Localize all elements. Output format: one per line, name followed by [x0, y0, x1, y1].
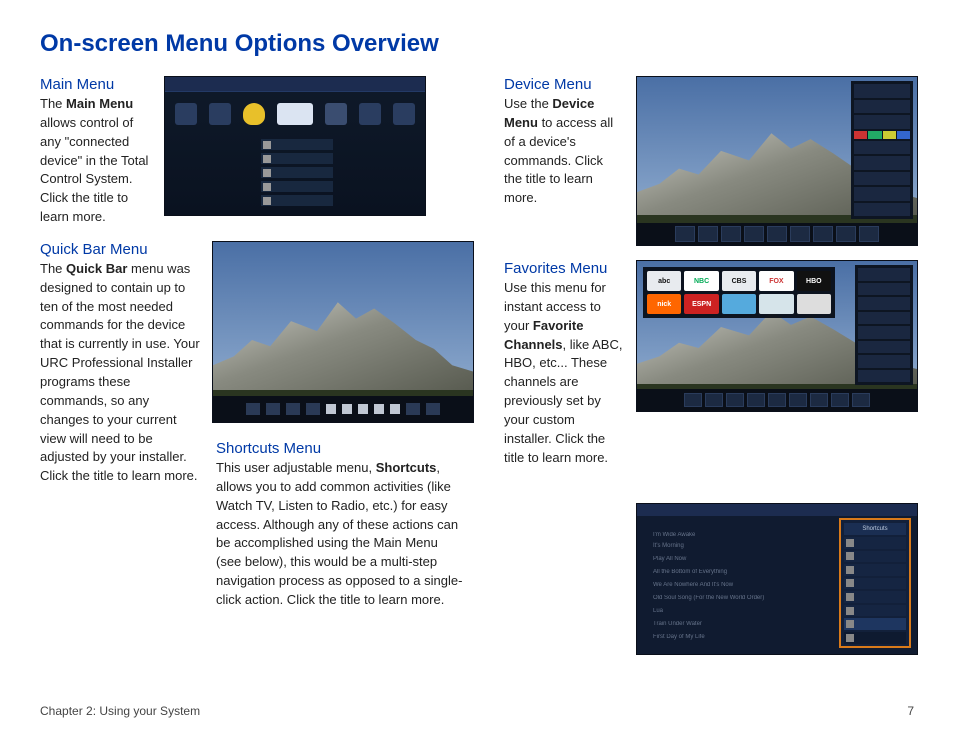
device-transport-bar [637, 223, 917, 245]
heading-device-menu[interactable]: Device Menu [504, 76, 624, 93]
shortcut-add-edit [844, 618, 906, 630]
heading-main-menu[interactable]: Main Menu [40, 76, 152, 93]
main-menu-icons [173, 103, 417, 133]
shortcut-item [844, 591, 906, 603]
right-column: Device Menu Use the Device Menu to acces… [504, 76, 918, 655]
heading-shortcuts[interactable]: Shortcuts Menu [216, 440, 474, 457]
thumbnail-favorites: abc NBC CBS FOX HBO nick ESPN [636, 260, 918, 412]
shortcut-item [844, 605, 906, 617]
body-main-menu: The Main Menu allows control of any "con… [40, 95, 152, 227]
favorites-side-panel [855, 265, 913, 385]
shortcuts-thumb-container: I'm Wide AwakeIt's Morning Play All Now … [504, 503, 918, 655]
page-footer: Chapter 2: Using your System 7 [40, 704, 914, 718]
main-menu-dropdown [261, 139, 333, 209]
page-title: On-screen Menu Options Overview [40, 30, 914, 58]
body-favorites: Use this menu for instant access to your… [504, 279, 624, 467]
quick-bar-controls [213, 396, 473, 422]
shortcut-item [844, 564, 906, 576]
shortcut-exit [844, 632, 906, 644]
section-favorites: Favorites Menu Use this menu for instant… [504, 260, 918, 467]
shortcut-item [844, 551, 906, 563]
shortcuts-panel-header: Shortcuts [844, 523, 906, 535]
heading-favorites[interactable]: Favorites Menu [504, 260, 624, 277]
device-side-panel [851, 81, 913, 219]
section-device-menu: Device Menu Use the Device Menu to acces… [504, 76, 918, 246]
thumbnail-device-menu [636, 76, 918, 246]
shortcut-item [844, 537, 906, 549]
thumbnail-main-menu [164, 76, 426, 216]
shortcuts-song-list: I'm Wide AwakeIt's Morning Play All Now … [653, 530, 827, 645]
thumbnail-shortcuts: I'm Wide AwakeIt's Morning Play All Now … [636, 503, 918, 655]
section-main-menu: Main Menu The Main Menu allows control o… [40, 76, 474, 227]
heading-quick-bar[interactable]: Quick Bar Menu [40, 241, 200, 258]
shortcuts-panel: Shortcuts [839, 518, 911, 648]
thumbnail-quick-bar [212, 241, 474, 423]
body-shortcuts: This user adjustable menu, Shortcuts, al… [216, 459, 466, 610]
favorites-transport-bar [637, 389, 917, 411]
page-number: 7 [907, 704, 914, 718]
body-quick-bar: The Quick Bar menu was designed to conta… [40, 260, 200, 486]
content-columns: Main Menu The Main Menu allows control o… [40, 76, 914, 655]
left-column: Main Menu The Main Menu allows control o… [40, 76, 474, 655]
favorites-channel-grid: abc NBC CBS FOX HBO nick ESPN [643, 267, 835, 318]
chapter-label: Chapter 2: Using your System [40, 704, 200, 718]
shortcut-item [844, 578, 906, 590]
section-shortcuts: Shortcuts Menu This user adjustable menu… [216, 440, 474, 610]
body-device-menu: Use the Device Menu to access all of a d… [504, 95, 624, 208]
